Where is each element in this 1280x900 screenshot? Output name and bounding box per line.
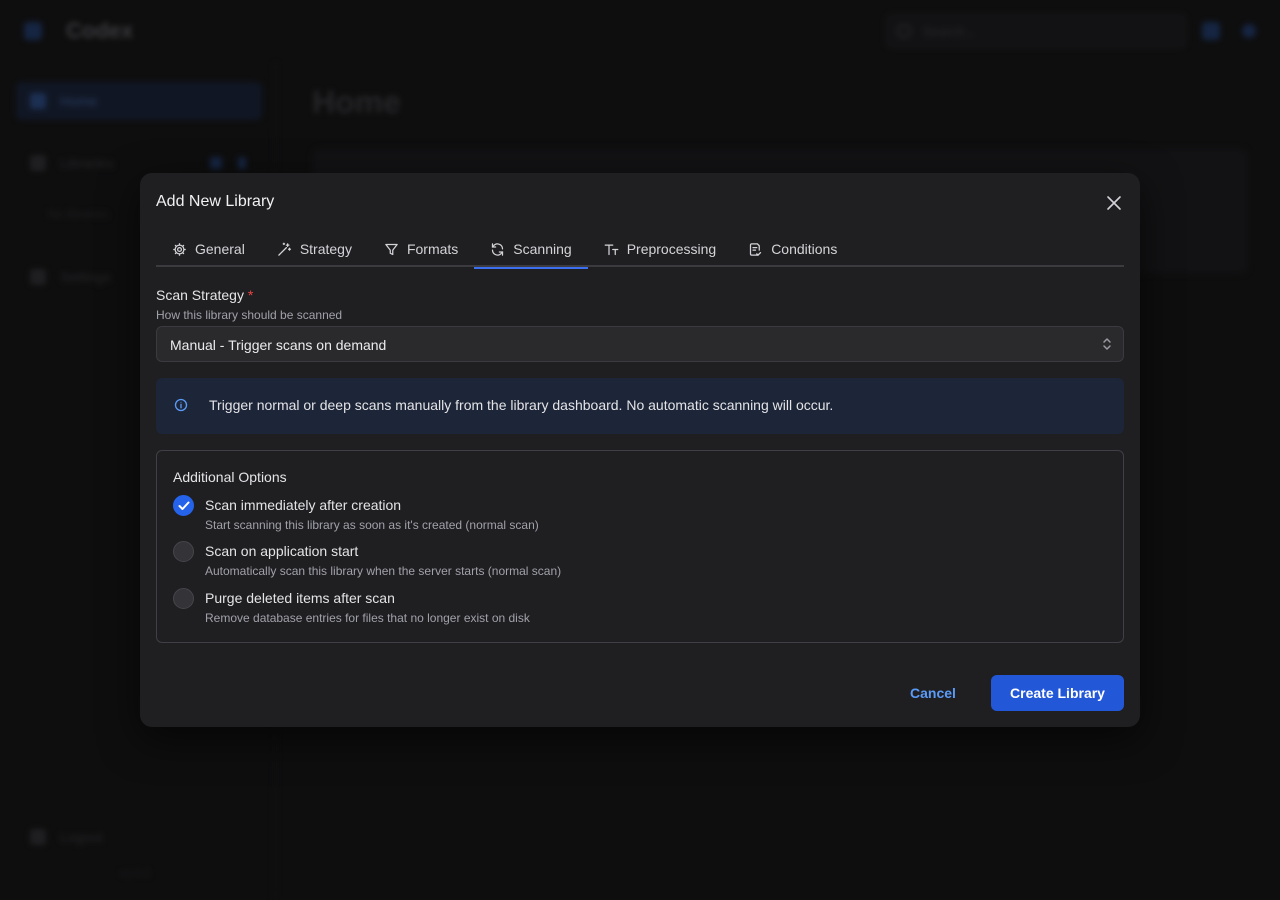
refresh-icon — [492, 242, 504, 256]
gear-icon — [173, 242, 186, 256]
tab-conditions[interactable]: Conditions — [732, 231, 853, 267]
magic-wand-icon — [278, 242, 291, 256]
select-value: Manual - Trigger scans on demand — [170, 337, 387, 353]
option-description: Start scanning this library as soon as i… — [205, 518, 539, 532]
required-mark: * — [247, 287, 254, 303]
tab-label: Formats — [406, 241, 459, 257]
option-purge-deleted: Purge deleted items after scan Remove da… — [173, 588, 773, 628]
additional-options-panel: Additional Options Scan immediately afte… — [156, 450, 1124, 643]
option-description: Automatically scan this library when the… — [205, 564, 562, 578]
filter-icon — [385, 243, 398, 255]
scan-immediately-checkbox[interactable] — [173, 495, 194, 516]
option-label[interactable]: Scan on application start — [205, 543, 358, 559]
option-description: Remove database entries for files that n… — [205, 611, 530, 625]
tab-general[interactable]: General — [156, 231, 261, 267]
purge-deleted-checkbox[interactable] — [173, 588, 194, 609]
tab-scanning[interactable]: Scanning — [474, 231, 589, 269]
tab-label: Strategy — [299, 241, 352, 257]
info-alert-text: Trigger normal or deep scans manually fr… — [209, 397, 834, 413]
scan-strategy-label-text: Scan Strategy — [156, 287, 244, 303]
dialog-title: Add New Library — [156, 193, 275, 210]
option-scan-on-start: Scan on application start Automatically … — [173, 541, 773, 581]
tab-label: Conditions — [771, 241, 838, 257]
option-scan-immediately: Scan immediately after creation Start sc… — [173, 495, 773, 535]
info-icon — [174, 398, 188, 412]
text-format-icon — [604, 244, 619, 255]
option-label[interactable]: Purge deleted items after scan — [205, 590, 395, 606]
create-library-button[interactable]: Create Library — [991, 675, 1124, 711]
chevron-up-down-icon — [1103, 338, 1111, 350]
scan-strategy-description: How this library should be scanned — [156, 308, 343, 322]
tab-preprocessing[interactable]: Preprocessing — [588, 231, 733, 267]
option-label[interactable]: Scan immediately after creation — [205, 497, 401, 513]
tab-label: Preprocessing — [626, 241, 717, 257]
close-button[interactable] — [1102, 191, 1126, 215]
tab-formats[interactable]: Formats — [368, 231, 474, 267]
info-alert: Trigger normal or deep scans manually fr… — [156, 378, 1124, 434]
tab-bar: General Strategy Formats Scanning Prepro… — [156, 231, 1124, 269]
scan-strategy-label: Scan Strategy * — [156, 287, 253, 303]
checkmark-icon — [178, 501, 189, 510]
document-check-icon — [750, 242, 762, 256]
tab-label: Scanning — [513, 241, 572, 257]
scan-strategy-select[interactable]: Manual - Trigger scans on demand — [156, 326, 1124, 362]
scan-on-start-checkbox[interactable] — [173, 541, 194, 562]
cancel-button[interactable]: Cancel — [892, 675, 974, 711]
close-icon — [1107, 196, 1121, 210]
tab-label: General — [195, 241, 245, 257]
additional-options-title: Additional Options — [173, 469, 287, 485]
add-library-dialog: Add New Library General Strategy Formats… — [140, 173, 1140, 727]
tab-strategy[interactable]: Strategy — [261, 231, 368, 267]
